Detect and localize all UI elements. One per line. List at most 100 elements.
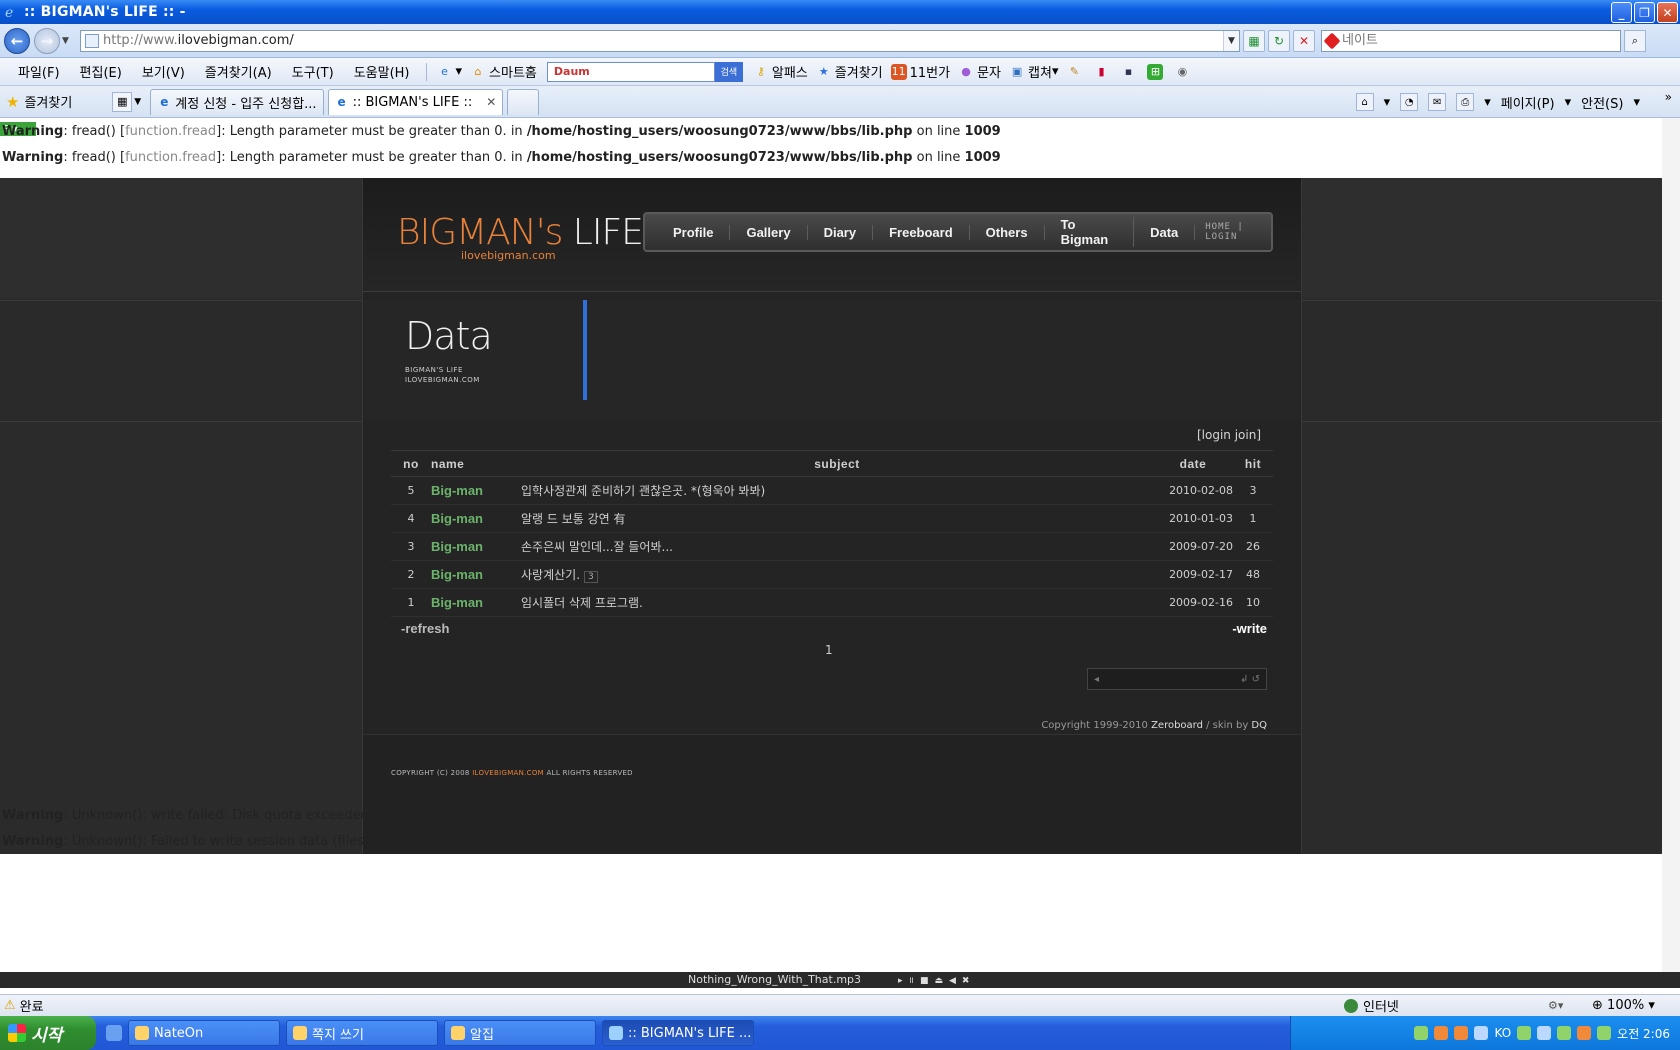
search-box[interactable] xyxy=(1321,29,1621,52)
pause-icon[interactable]: ॥ xyxy=(909,976,920,986)
close-window-button[interactable]: ✕ xyxy=(1657,2,1678,23)
nav-to-bigman[interactable]: To Bigman xyxy=(1045,217,1135,247)
smarthome-button[interactable]: ⌂ 스마트홈 xyxy=(470,62,537,81)
green-tool-button[interactable]: ⊞ xyxy=(1147,63,1166,80)
tray-app-icon[interactable] xyxy=(1434,1026,1449,1040)
mail-icon[interactable]: ✉ xyxy=(1428,93,1447,111)
minimize-button[interactable]: _ xyxy=(1611,2,1632,23)
page-dropdown-icon[interactable]: ▾ xyxy=(1565,95,1572,110)
book-button[interactable]: ▮ xyxy=(1093,64,1112,80)
safety-menu[interactable]: 안전(S) xyxy=(1581,93,1623,112)
row-subject[interactable]: 임시폴더 삭제 프로그램. xyxy=(521,588,1153,617)
stop-icon[interactable]: ✕ xyxy=(1293,29,1315,52)
ie-toolbar-button[interactable]: e ▾ xyxy=(437,64,462,80)
header-name[interactable]: name xyxy=(431,450,521,477)
tray-app-icon[interactable] xyxy=(1454,1026,1469,1040)
chevron-more-icon[interactable]: » xyxy=(1665,90,1672,104)
function-link[interactable]: function.fread xyxy=(125,150,216,165)
refresh-link[interactable]: -refresh xyxy=(401,621,449,636)
menu-favorites[interactable]: 즐겨찾기(A) xyxy=(205,62,272,81)
table-row[interactable]: 1 Big-man 임시폴더 삭제 프로그램. 2009-02-16 10 xyxy=(391,588,1273,617)
vertical-scrollbar[interactable] xyxy=(1662,118,1680,972)
write-link[interactable]: -write xyxy=(1232,621,1267,636)
url-text[interactable]: http://www.ilovebigman.com/ xyxy=(103,33,294,48)
clock[interactable]: 오전 2:06 xyxy=(1617,1025,1670,1042)
network-icon[interactable] xyxy=(1597,1026,1612,1040)
warning-icon[interactable]: ⚠ xyxy=(4,998,16,1013)
close-tab-icon[interactable]: ✕ xyxy=(486,95,496,109)
menu-edit[interactable]: 편집(E) xyxy=(80,62,122,81)
address-bar[interactable]: http://www.ilovebigman.com/ ▼ xyxy=(80,29,1240,52)
site-logo[interactable]: BIGMAN's LIFE xyxy=(397,212,644,253)
subject-link[interactable]: 임시폴더 삭제 프로그램. xyxy=(521,596,643,610)
nav-freeboard[interactable]: Freeboard xyxy=(873,224,970,240)
taskbar-alzip[interactable]: 알집 xyxy=(444,1020,596,1046)
close-player-icon[interactable]: ✖ xyxy=(962,976,976,986)
page-menu[interactable]: 페이지(P) xyxy=(1501,93,1555,112)
row-subject[interactable]: 손주은씨 말인데...잘 들어봐... xyxy=(521,532,1153,561)
print-icon[interactable]: ⎙ xyxy=(1456,93,1475,111)
alpass-button[interactable]: ⚷ 알패스 xyxy=(753,62,808,81)
tray-app-icon[interactable] xyxy=(1557,1026,1572,1040)
print-dropdown-icon[interactable]: ▾ xyxy=(1484,95,1491,110)
menu-help[interactable]: 도움말(H) xyxy=(354,62,410,81)
row-author[interactable]: Big-man xyxy=(431,532,521,561)
taskbar-ie[interactable]: :: BIGMAN's LIFE ... xyxy=(602,1020,754,1046)
11st-button[interactable]: 11 11번가 xyxy=(890,62,950,81)
start-button[interactable]: 시작 xyxy=(0,1016,96,1050)
menu-file[interactable]: 파일(F) xyxy=(18,62,60,81)
board-search[interactable]: ◂ ↲ ↺ xyxy=(1087,668,1267,690)
nav-gallery[interactable]: Gallery xyxy=(730,224,808,240)
subject-link[interactable]: 손주은씨 말인데...잘 들어봐... xyxy=(521,540,673,554)
address-dropdown-icon[interactable]: ▼ xyxy=(1223,30,1239,51)
taskbar-memo[interactable]: 쪽지 쓰기 xyxy=(286,1020,438,1046)
row-author[interactable]: Big-man xyxy=(431,560,521,589)
player-controls[interactable]: ▸॥■⏏◀✖ xyxy=(898,973,975,986)
skin-link[interactable]: DQ xyxy=(1251,720,1267,731)
reset-icon[interactable]: ↺ xyxy=(1252,674,1260,685)
protected-mode-icon[interactable]: ⚙▾ xyxy=(1548,999,1563,1012)
nav-diary[interactable]: Diary xyxy=(808,224,874,240)
broom-button[interactable]: ✎ xyxy=(1066,64,1085,80)
menu-view[interactable]: 보기(V) xyxy=(142,62,185,81)
table-row[interactable]: 5 Big-man 입학사정관제 준비하기 괜찮은곳. *(형욱아 봐봐) 20… xyxy=(391,476,1273,505)
row-subject[interactable]: 알랭 드 보통 강연 有 xyxy=(521,504,1153,533)
tray-app-icon[interactable] xyxy=(1414,1026,1429,1040)
home-icon[interactable]: ⌂ xyxy=(1355,93,1374,111)
forward-button[interactable]: → xyxy=(34,27,60,54)
page-number[interactable]: 1 xyxy=(825,643,833,657)
zoom-level[interactable]: ⊕ 100% ▾ xyxy=(1592,998,1655,1013)
more-tools-button[interactable]: ◉ xyxy=(1174,64,1193,80)
volume-icon[interactable]: ◀ xyxy=(949,976,962,986)
header-date[interactable]: date xyxy=(1153,450,1233,477)
language-indicator[interactable]: KO xyxy=(1494,1026,1511,1040)
tray-app-icon[interactable] xyxy=(1474,1026,1489,1040)
header-hit[interactable]: hit xyxy=(1233,450,1273,477)
header-no[interactable]: no xyxy=(391,450,431,477)
menu-tools[interactable]: 도구(T) xyxy=(292,62,334,81)
restore-button[interactable]: ❐ xyxy=(1634,2,1655,23)
enter-icon[interactable]: ↲ xyxy=(1240,674,1248,685)
new-tab-button[interactable] xyxy=(507,88,540,115)
header-subject[interactable]: subject xyxy=(521,450,1153,477)
history-dropdown-icon[interactable]: ▼ xyxy=(62,36,74,46)
zeroboard-link[interactable]: Zeroboard xyxy=(1151,720,1203,731)
capture-button[interactable]: ▣ 캡쳐 ▾ xyxy=(1009,62,1059,81)
ime-icon[interactable] xyxy=(1537,1026,1552,1040)
back-button[interactable]: ← xyxy=(4,27,30,54)
subject-link[interactable]: 사랑계산기. xyxy=(521,568,580,582)
nav-others[interactable]: Others xyxy=(970,224,1045,240)
footer-site-link[interactable]: ILOVEBIGMAN.COM xyxy=(472,769,544,777)
favorites-button[interactable]: ★ 즐겨찾기 xyxy=(6,92,72,112)
play-icon[interactable]: ▸ xyxy=(898,976,909,986)
row-subject[interactable]: 사랑계산기. 3 xyxy=(521,560,1153,589)
compatibility-icon[interactable]: ▦ xyxy=(1243,29,1265,52)
row-subject[interactable]: 입학사정관제 준비하기 괜찮은곳. *(형욱아 봐봐) xyxy=(521,476,1153,505)
nav-profile[interactable]: Profile xyxy=(657,224,731,240)
row-author[interactable]: Big-man xyxy=(431,476,521,505)
sms-button[interactable]: ● 문자 xyxy=(958,62,1001,81)
home-login-links[interactable]: HOME | LOGIN xyxy=(1205,222,1271,242)
quick-launch-icon[interactable] xyxy=(106,1025,122,1041)
nav-data[interactable]: Data xyxy=(1134,224,1196,240)
subject-link[interactable]: 알랭 드 보통 강연 有 xyxy=(521,512,626,526)
